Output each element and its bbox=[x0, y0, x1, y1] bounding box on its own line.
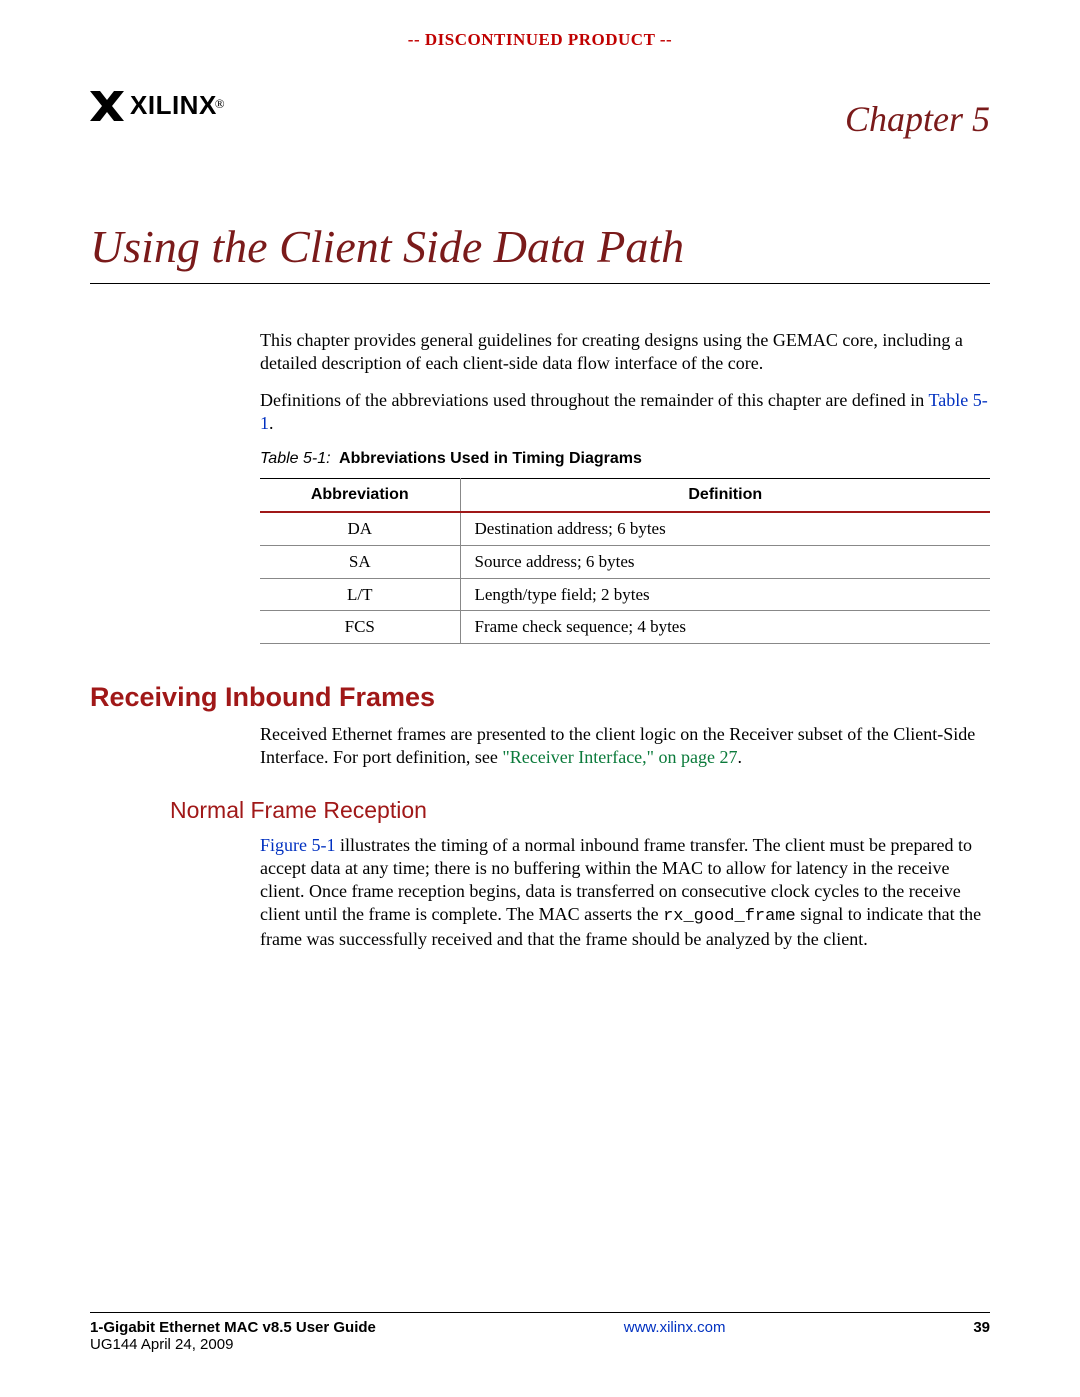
table-header-definition: Definition bbox=[460, 478, 990, 512]
normal-frame-paragraph: Figure 5-1 illustrates the timing of a n… bbox=[260, 834, 990, 951]
table-caption: Table 5-1: Abbreviations Used in Timing … bbox=[260, 449, 990, 469]
receiving-paragraph: Received Ethernet frames are presented t… bbox=[260, 723, 990, 769]
footer-page-number: 39 bbox=[973, 1319, 990, 1336]
discontinued-banner: -- DISCONTINUED PRODUCT -- bbox=[90, 30, 990, 50]
table-row: L/T Length/type field; 2 bytes bbox=[260, 578, 990, 611]
xilinx-x-icon bbox=[90, 91, 124, 121]
def-cell: Source address; 6 bytes bbox=[460, 545, 990, 578]
table-caption-title: Abbreviations Used in Timing Diagrams bbox=[335, 450, 642, 467]
abbreviations-table: Abbreviation Definition DA Destination a… bbox=[260, 478, 990, 644]
figure-5-1-link[interactable]: Figure 5-1 bbox=[260, 835, 336, 855]
chapter-label: Chapter 5 bbox=[845, 98, 990, 140]
footer-guide-title: 1-Gigabit Ethernet MAC v8.5 User Guide bbox=[90, 1319, 376, 1336]
title-rule bbox=[90, 283, 990, 284]
logo-registered: ® bbox=[215, 96, 225, 111]
receiver-interface-link[interactable]: "Receiver Interface," on page 27 bbox=[502, 747, 737, 767]
intro-p2-text-a: Definitions of the abbreviations used th… bbox=[260, 390, 928, 410]
logo-text: XILINX bbox=[130, 90, 217, 120]
rx-good-frame-signal: rx_good_frame bbox=[663, 907, 796, 926]
def-cell: Destination address; 6 bytes bbox=[460, 512, 990, 545]
table-header-abbreviation: Abbreviation bbox=[260, 478, 460, 512]
def-cell: Length/type field; 2 bytes bbox=[460, 578, 990, 611]
intro-paragraph-1: This chapter provides general guidelines… bbox=[260, 329, 990, 375]
intro-paragraph-2: Definitions of the abbreviations used th… bbox=[260, 389, 990, 435]
xilinx-logo: XILINX® bbox=[90, 90, 225, 121]
table-row: SA Source address; 6 bytes bbox=[260, 545, 990, 578]
table-row: DA Destination address; 6 bytes bbox=[260, 512, 990, 545]
footer-url-link[interactable]: www.xilinx.com bbox=[624, 1319, 726, 1336]
abbr-cell: FCS bbox=[260, 611, 460, 644]
intro-p2-text-b: . bbox=[269, 413, 274, 433]
footer-doc-date: UG144 April 24, 2009 bbox=[90, 1336, 376, 1353]
abbr-cell: L/T bbox=[260, 578, 460, 611]
heading-receiving-inbound-frames: Receiving Inbound Frames bbox=[90, 682, 990, 713]
abbr-cell: DA bbox=[260, 512, 460, 545]
recv-text-b: . bbox=[738, 747, 743, 767]
def-cell: Frame check sequence; 4 bytes bbox=[460, 611, 990, 644]
heading-normal-frame-reception: Normal Frame Reception bbox=[170, 797, 990, 824]
page-footer: 1-Gigabit Ethernet MAC v8.5 User Guide U… bbox=[90, 1312, 990, 1353]
table-caption-prefix: Table 5-1: bbox=[260, 450, 331, 467]
chapter-title: Using the Client Side Data Path bbox=[90, 220, 990, 273]
abbr-cell: SA bbox=[260, 545, 460, 578]
table-row: FCS Frame check sequence; 4 bytes bbox=[260, 611, 990, 644]
